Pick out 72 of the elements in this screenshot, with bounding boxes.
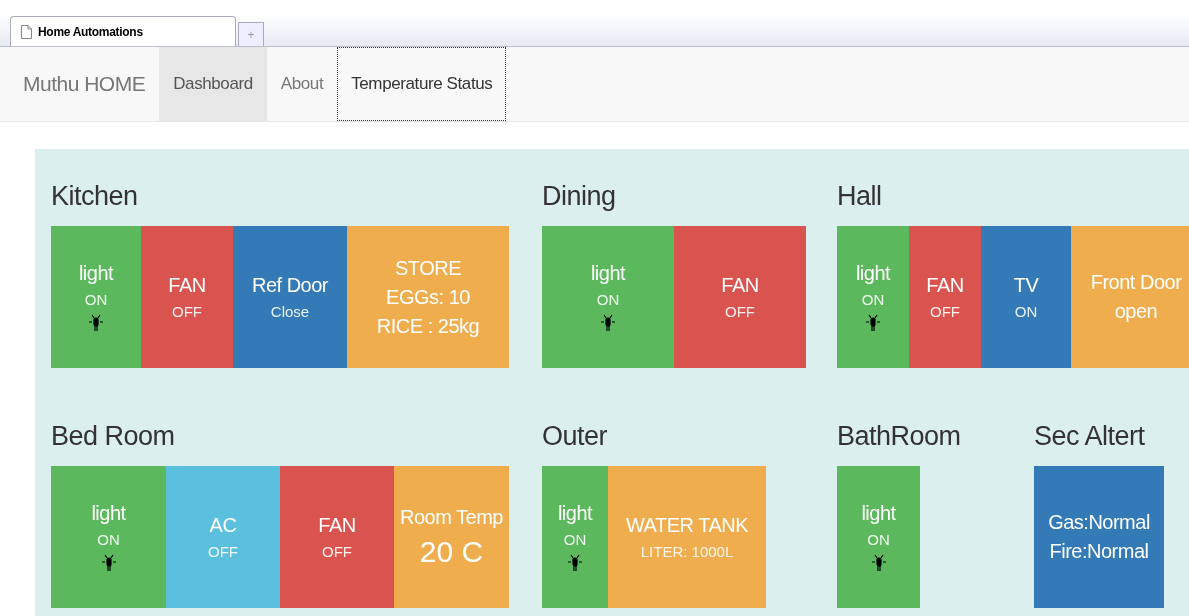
tile-text: light: [557, 502, 593, 525]
tile-text: OFF: [208, 543, 238, 560]
tile-text: LITER: 1000L: [640, 543, 734, 560]
bulb-icon: [601, 314, 615, 332]
device-tile[interactable]: light ON: [837, 466, 920, 608]
document-icon: [21, 24, 32, 39]
tile-text: OFF: [172, 303, 202, 320]
room-heading: Kitchen: [51, 180, 139, 213]
room-heading: Bed Room: [51, 420, 176, 453]
tile-text: Ref Door: [252, 274, 328, 297]
device-tile[interactable]: light ON: [837, 226, 909, 368]
tile-text: FAN: [168, 274, 206, 297]
nav-link[interactable]: Temperature Status: [337, 47, 507, 121]
tab-title: Home Automations: [38, 24, 143, 39]
tile-text: Fire:Normal: [1049, 540, 1149, 563]
tile-text: ON: [84, 291, 108, 308]
device-tile[interactable]: light ON: [51, 466, 166, 608]
bulb-icon: [89, 314, 103, 332]
tile-text: light: [590, 262, 626, 285]
tile-text: open: [1114, 300, 1158, 323]
room-heading: Outer: [542, 420, 609, 453]
tile-text: FAN: [721, 274, 759, 297]
bulb-icon: [866, 314, 880, 332]
tile-text: FAN: [318, 514, 356, 537]
tile-text: AC: [209, 514, 237, 537]
nav-link[interactable]: Dashboard: [159, 47, 267, 121]
device-tile[interactable]: light ON: [51, 226, 141, 368]
tile-text: OFF: [725, 303, 755, 320]
new-tab-button[interactable]: +: [238, 22, 264, 46]
tile-text: STORE: [394, 256, 461, 280]
tile-text: ON: [97, 531, 120, 548]
device-tile[interactable]: light ON: [542, 226, 674, 368]
tile-text: Gas:Normal: [1048, 511, 1150, 534]
bulb-icon: [101, 554, 116, 572]
device-tile[interactable]: FAN OFF: [674, 226, 806, 368]
room-heading: Hall: [837, 180, 883, 213]
tile-text: OFF: [322, 543, 352, 560]
room-heading: Sec Altert: [1034, 420, 1146, 453]
bulb-icon: [871, 554, 886, 572]
tile-text: ON: [867, 531, 890, 548]
tile-text: EGGs: 10: [386, 285, 470, 309]
tile-text: Close: [270, 303, 310, 320]
room-heading: BathRoom: [837, 420, 962, 453]
device-tile[interactable]: light ON: [542, 466, 608, 608]
tile-text: RICE : 25kg: [376, 314, 480, 338]
tile-text: ON: [563, 531, 587, 548]
device-tile[interactable]: AC OFF: [166, 466, 280, 608]
tile-text: Front Door: [1090, 271, 1182, 294]
nav-link[interactable]: About: [266, 47, 338, 121]
device-tile[interactable]: Ref Door Close: [233, 226, 347, 368]
device-tile[interactable]: FAN OFF: [280, 466, 394, 608]
device-tile[interactable]: Gas:Normal Fire:Normal: [1034, 466, 1164, 608]
tile-text: Room Temp: [400, 505, 503, 529]
tile-text: ON: [596, 291, 620, 308]
bulb-icon: [568, 554, 582, 572]
tile-text: 20 C: [419, 534, 484, 569]
device-tile[interactable]: TV ON: [981, 226, 1071, 368]
tile-text: light: [91, 502, 126, 525]
tile-text: FAN: [926, 274, 964, 297]
tile-text: TV: [1013, 274, 1039, 297]
device-tile[interactable]: FAN OFF: [141, 226, 233, 368]
tile-text: ON: [1014, 303, 1038, 320]
tile-text: WATER TANK: [625, 514, 748, 537]
browser-tab[interactable]: Home Automations: [10, 16, 236, 46]
tile-text: ON: [861, 291, 885, 308]
tile-text: light: [861, 502, 896, 525]
device-tile[interactable]: FAN OFF: [909, 226, 981, 368]
tile-text: OFF: [930, 303, 960, 320]
room-heading: Dining: [542, 180, 617, 213]
tile-text: light: [78, 262, 114, 285]
tile-text: light: [855, 262, 891, 285]
brand-title[interactable]: Muthu HOME: [10, 47, 160, 121]
